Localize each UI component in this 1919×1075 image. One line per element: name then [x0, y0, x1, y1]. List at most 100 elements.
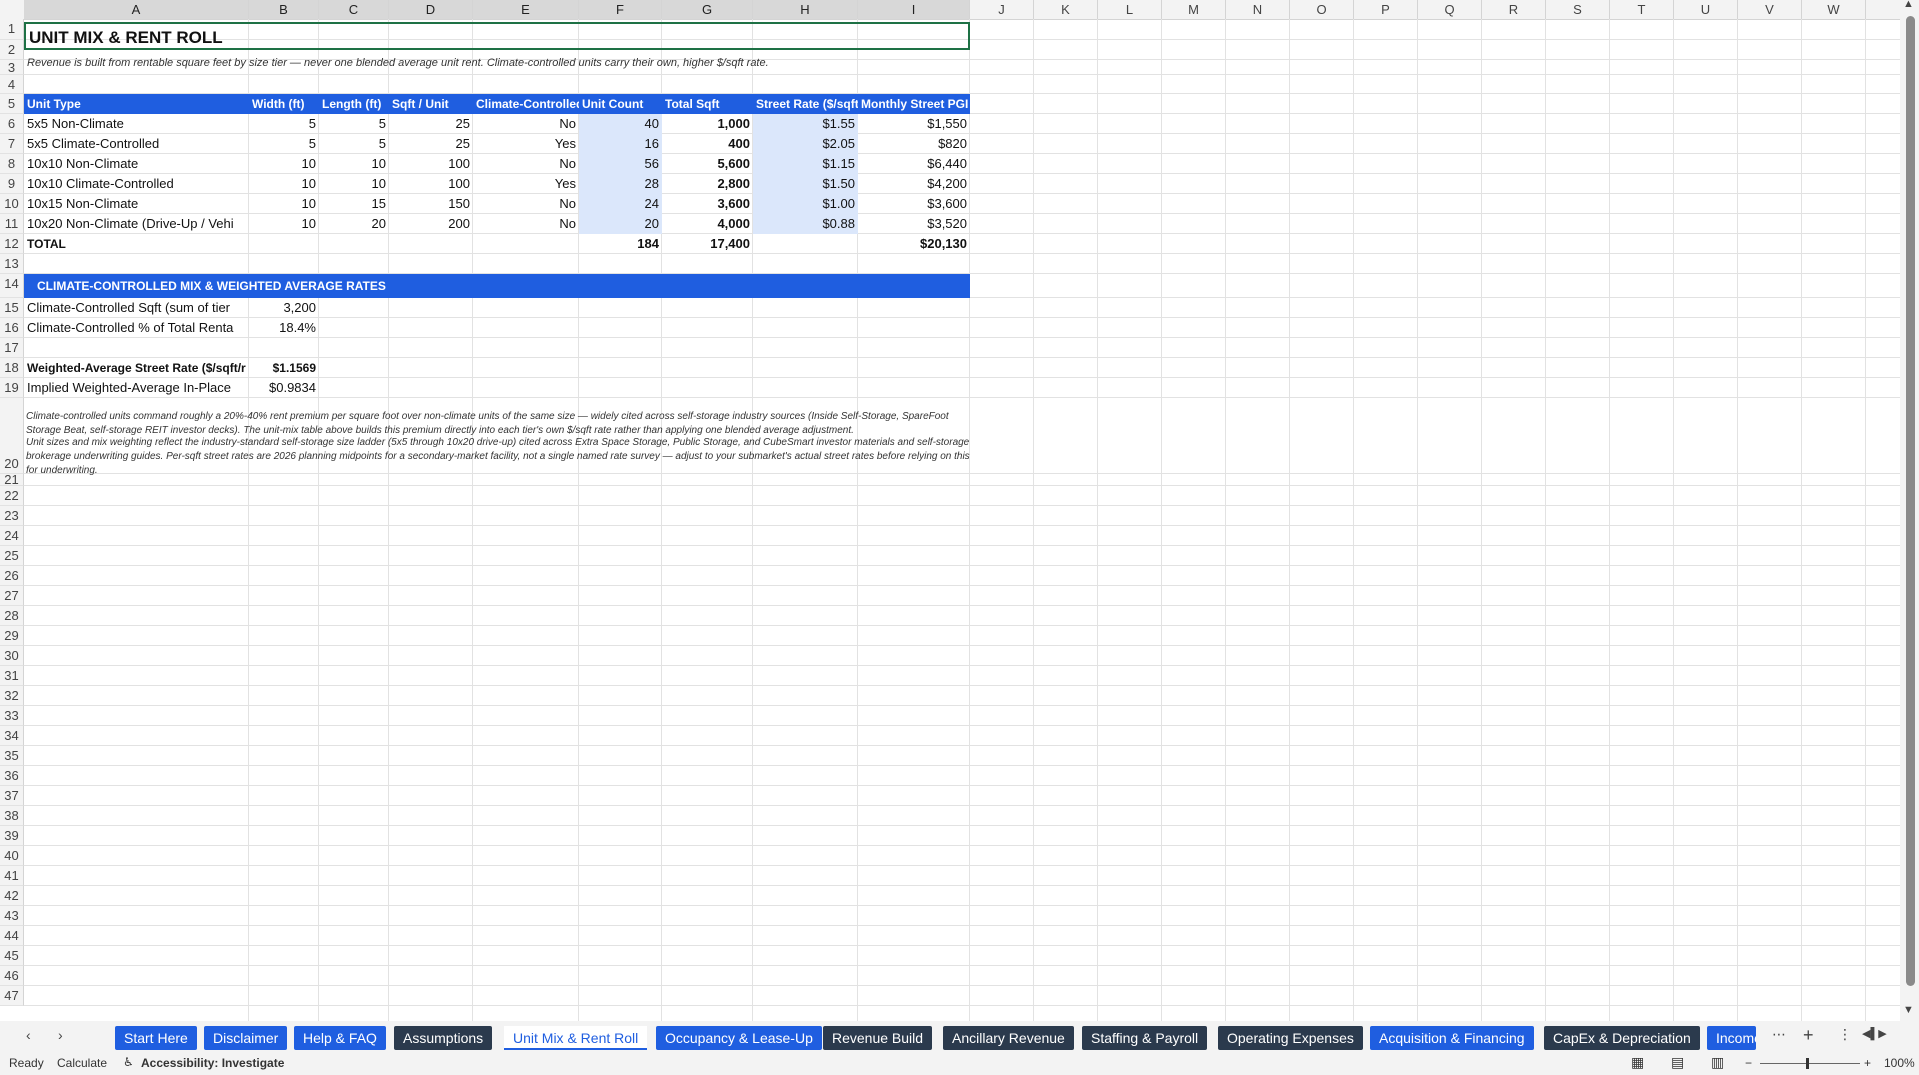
table-cell[interactable]: $3,520	[858, 214, 970, 234]
sheet-tab[interactable]: Unit Mix & Rent Roll	[504, 1026, 648, 1050]
row-header-17[interactable]: 17	[0, 338, 24, 358]
table-header-cell[interactable]: Length (ft)	[319, 94, 389, 114]
sheet-subtitle[interactable]: Revenue is built from rentable square fe…	[24, 55, 970, 71]
table-cell[interactable]: $3,600	[858, 194, 970, 214]
column-header-v[interactable]: V	[1738, 0, 1802, 19]
row-header-11[interactable]: 11	[0, 214, 24, 234]
row-header-10[interactable]: 10	[0, 194, 24, 214]
table-cell[interactable]: 150	[389, 194, 473, 214]
table-header-cell[interactable]: Sqft / Unit	[389, 94, 473, 114]
row-header-26[interactable]: 26	[0, 566, 24, 586]
row-header-42[interactable]: 42	[0, 886, 24, 906]
table-cell[interactable]: $1.55	[753, 114, 858, 134]
table-cell[interactable]: 2,800	[662, 174, 753, 194]
metric-value[interactable]: 3,200	[249, 298, 319, 318]
metric-label[interactable]: Implied Weighted-Average In-Place	[24, 378, 249, 398]
table-cell[interactable]: $0.88	[753, 214, 858, 234]
row-header-18[interactable]: 18	[0, 358, 24, 378]
row-header-45[interactable]: 45	[0, 946, 24, 966]
row-header-5[interactable]: 5	[0, 94, 24, 114]
column-header-n[interactable]: N	[1226, 0, 1290, 19]
column-header-f[interactable]: F	[579, 0, 662, 19]
table-cell[interactable]: No	[473, 194, 579, 214]
table-cell[interactable]: 40	[579, 114, 662, 134]
sheet-tab[interactable]: Disclaimer	[204, 1026, 288, 1050]
metric-label[interactable]: Climate-Controlled Sqft (sum of tier	[24, 298, 249, 318]
row-header-1[interactable]: 1	[0, 19, 24, 40]
row-header-15[interactable]: 15	[0, 298, 24, 318]
row-header-27[interactable]: 27	[0, 586, 24, 606]
table-cell[interactable]: 10	[249, 174, 319, 194]
table-header-cell[interactable]: Monthly Street PGI	[858, 94, 970, 114]
table-cell[interactable]	[753, 234, 858, 254]
table-header-cell[interactable]: Width (ft)	[249, 94, 319, 114]
column-header-t[interactable]: T	[1610, 0, 1674, 19]
table-cell[interactable]: 25	[389, 114, 473, 134]
column-header-l[interactable]: L	[1098, 0, 1162, 19]
table-header-cell[interactable]: Climate-Controlled	[473, 94, 579, 114]
zoom-out-icon[interactable]: −	[1745, 1056, 1752, 1070]
zoom-slider-thumb[interactable]	[1806, 1058, 1809, 1069]
sheet-tab[interactable]: Help & FAQ	[294, 1026, 386, 1050]
table-cell[interactable]: 10	[319, 154, 389, 174]
column-header-a[interactable]: A	[24, 0, 249, 19]
table-cell[interactable]: $1,550	[858, 114, 970, 134]
options-icon[interactable]: ⋮	[1838, 1026, 1852, 1043]
table-cell[interactable]: 10	[249, 214, 319, 234]
row-header-44[interactable]: 44	[0, 926, 24, 946]
column-header-c[interactable]: C	[319, 0, 389, 19]
table-cell[interactable]: 10	[249, 194, 319, 214]
table-cell[interactable]: 5,600	[662, 154, 753, 174]
sheet-tab[interactable]: Occupancy & Lease-Up	[656, 1026, 822, 1050]
unit-type-cell[interactable]: TOTAL	[24, 234, 249, 254]
note-row-20[interactable]: Unit sizes and mix weighting reflect the…	[26, 436, 970, 478]
row-header-8[interactable]: 8	[0, 154, 24, 174]
table-cell[interactable]: 5	[249, 134, 319, 154]
table-cell[interactable]: $820	[858, 134, 970, 154]
table-cell[interactable]: No	[473, 154, 579, 174]
row-header-2[interactable]: 2	[0, 40, 24, 60]
row-header-21[interactable]: 21	[0, 473, 24, 486]
add-sheet-icon[interactable]: +	[1803, 1025, 1814, 1046]
zoom-level[interactable]: 100%	[1884, 1056, 1915, 1070]
row-header-43[interactable]: 43	[0, 906, 24, 926]
normal-view-icon[interactable]: ▦	[1631, 1054, 1644, 1071]
table-cell[interactable]: 3,600	[662, 194, 753, 214]
table-cell[interactable]: 15	[319, 194, 389, 214]
row-header-30[interactable]: 30	[0, 646, 24, 666]
table-cell[interactable]: No	[473, 114, 579, 134]
row-header-34[interactable]: 34	[0, 726, 24, 746]
table-cell[interactable]: 10	[319, 174, 389, 194]
table-cell[interactable]: 25	[389, 134, 473, 154]
row-header-25[interactable]: 25	[0, 546, 24, 566]
table-cell[interactable]: 17,400	[662, 234, 753, 254]
table-cell[interactable]: 28	[579, 174, 662, 194]
column-header-m[interactable]: M	[1162, 0, 1226, 19]
accessibility-status[interactable]: Accessibility: Investigate	[141, 1056, 284, 1070]
column-header-u[interactable]: U	[1674, 0, 1738, 19]
tab-scroll-left-icon[interactable]: ‹	[26, 1027, 31, 1043]
row-header-38[interactable]: 38	[0, 806, 24, 826]
sheet-tab[interactable]: CapEx & Depreciation	[1544, 1026, 1700, 1050]
row-header-13[interactable]: 13	[0, 254, 24, 274]
column-header-r[interactable]: R	[1482, 0, 1546, 19]
row-header-23[interactable]: 23	[0, 506, 24, 526]
column-header-o[interactable]: O	[1290, 0, 1354, 19]
select-all-corner[interactable]	[0, 0, 25, 19]
table-header-cell[interactable]: Unit Type	[24, 94, 249, 114]
row-header-19[interactable]: 19	[0, 378, 24, 398]
table-cell[interactable]: $2.05	[753, 134, 858, 154]
table-cell[interactable]: 5	[249, 114, 319, 134]
column-header-g[interactable]: G	[662, 0, 753, 19]
sheet-tab[interactable]: Operating Expenses	[1218, 1026, 1363, 1050]
sheet-tab[interactable]: Acquisition & Financing	[1370, 1026, 1534, 1050]
table-cell[interactable]	[473, 234, 579, 254]
table-cell[interactable]: 184	[579, 234, 662, 254]
metric-label[interactable]: Weighted-Average Street Rate ($/sqft/r	[24, 358, 249, 378]
row-header-36[interactable]: 36	[0, 766, 24, 786]
sheet-tab[interactable]: Staffing & Payroll	[1082, 1026, 1208, 1050]
sheet-tab[interactable]: Ancillary Revenue	[943, 1026, 1074, 1050]
column-header-p[interactable]: P	[1354, 0, 1418, 19]
column-header-q[interactable]: Q	[1418, 0, 1482, 19]
accessibility-icon[interactable]: ♿	[123, 1055, 134, 1069]
